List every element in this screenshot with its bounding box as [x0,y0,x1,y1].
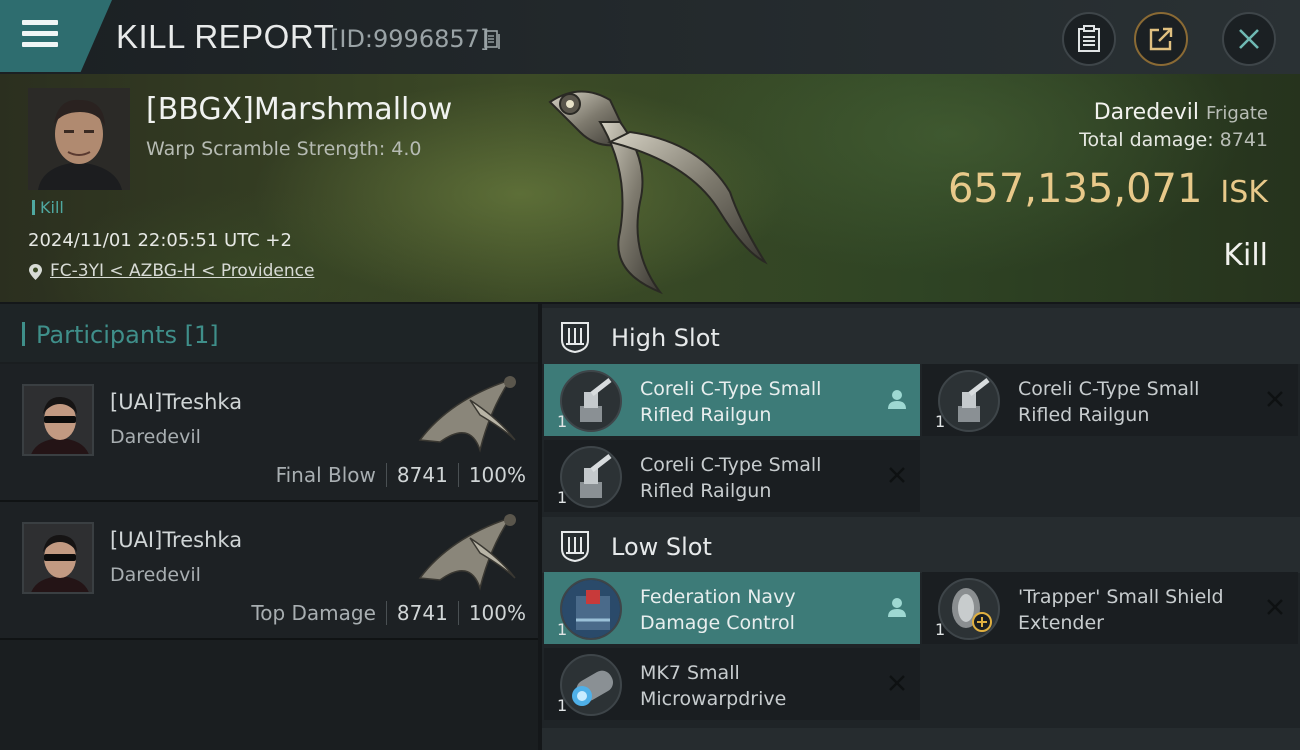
participant-damage: 8741 [396,463,448,487]
participant-ship: Daredevil [110,426,201,448]
module-name: Coreli C-Type Small Rifled Railgun [640,454,822,502]
x-icon [889,675,905,691]
ship-name[interactable]: Daredevil [1094,100,1199,125]
kill-tag: Kill [32,198,64,217]
participant-ship-icon [418,376,516,453]
participant-row[interactable]: [UAI]Treshka Daredevil Top Damage 8741 100… [0,502,538,640]
ship-class: Frigate [1205,103,1268,124]
participant-name[interactable]: [UAI]Treshka [110,390,242,414]
participant-portrait[interactable] [22,384,94,456]
low-slot-title: Low Slot [611,533,712,561]
pilot-icon [888,598,906,617]
module-name: Coreli C-Type Small Rifled Railgun [1018,378,1200,426]
pilot-icon [888,390,906,409]
participant-name[interactable]: [UAI]Treshka [110,528,242,552]
victim-name[interactable]: [BBGX]Marshmallow [146,92,452,127]
participant-damage: 8741 [396,601,448,625]
participant-ship-icon [418,514,516,591]
ship-info: Daredevil Frigate Total damage: 8741 [1079,100,1268,151]
clipboard-button[interactable] [1062,12,1116,66]
isk-unit: ISK [1220,175,1268,210]
participant-stats: Final Blow 8741 100% [276,463,526,487]
participants-header: Participants [1] [0,304,538,362]
participant-stats: Top Damage 8741 100% [251,601,526,625]
copy-icon[interactable] [484,30,502,50]
module-item[interactable]: 1 'Trapper' Small Shield Extender [922,572,1298,644]
fitting-panel: High Slot 1 Coreli C-Type Small Rifled R… [542,304,1300,750]
module-qty: 1 [557,412,568,431]
close-icon [1239,29,1259,49]
shield-extender-icon [938,578,1000,640]
next-slot-header [542,728,1300,750]
module-name: Federation Navy Damage Control [640,586,796,634]
participant-percent: 100% [468,601,526,625]
module-item[interactable]: 1 Coreli C-Type Small Rifled Railgun [922,364,1298,436]
high-slot-icon [561,322,589,354]
participant-role: Final Blow [275,463,376,487]
clipboard-icon [1078,25,1100,52]
share-icon [1149,27,1173,51]
total-damage-value: 8741 [1219,129,1268,151]
high-slot-header: High Slot [542,308,1300,364]
participant-percent: 100% [468,463,526,487]
module-qty: 1 [935,620,946,639]
top-bar: KILL REPORT [ID:9996857] [0,0,1300,74]
participant-row[interactable]: [UAI]Treshka Daredevil Final Blow 8741 100… [0,364,538,502]
location-link[interactable]: FC-3YI < AZBG-H < Providence [50,261,314,281]
victim-portrait[interactable] [28,88,130,190]
module-item[interactable]: 1 Coreli C-Type Small Rifled Railgun [544,440,920,512]
x-icon [1267,599,1283,615]
module-item[interactable]: 1 Coreli C-Type Small Rifled Railgun [544,364,920,436]
page-title: KILL REPORT [116,18,335,55]
module-qty: 1 [557,488,568,507]
x-icon [1267,391,1283,407]
microwarpdrive-icon [560,654,622,716]
participant-ship: Daredevil [110,564,201,586]
kill-timestamp: 2024/11/01 22:05:51 UTC +2 [28,230,292,251]
participant-portrait[interactable] [22,522,94,594]
participant-role: Top Damage [251,601,376,625]
module-name: 'Trapper' Small Shield Extender [1018,586,1224,634]
module-qty: 1 [557,620,568,639]
low-slot-header: Low Slot [542,517,1300,573]
kill-location[interactable]: FC-3YI < AZBG-H < Providence [28,261,314,281]
kill-result: Kill [1223,238,1268,273]
railgun-icon [560,370,622,432]
module-qty: 1 [935,412,946,431]
isk-value-block: 657,135,071 ISK [948,166,1268,212]
module-name: Coreli C-Type Small Rifled Railgun [640,378,822,426]
ship-render [548,90,768,295]
location-pin-icon [29,264,42,280]
report-id: [ID:9996857] [330,25,490,53]
isk-value: 657,135,071 [947,166,1203,212]
menu-button[interactable] [0,0,112,72]
total-damage-label: Total damage: [1079,129,1214,151]
railgun-icon [938,370,1000,432]
close-button[interactable] [1222,12,1276,66]
module-name: MK7 Small Microwarpdrive [640,662,787,710]
participants-panel: Participants [1] [UAI]Treshka Daredevil … [0,304,538,750]
railgun-icon [560,446,622,508]
module-item[interactable]: 1 MK7 Small Microwarpdrive [544,648,920,720]
warp-scramble-strength: Warp Scramble Strength: 4.0 [146,138,422,160]
low-slot-icon [561,531,589,563]
high-slot-title: High Slot [611,324,720,352]
kill-summary-banner: [BBGX]Marshmallow Warp Scramble Strength… [0,74,1300,302]
x-icon [889,467,905,483]
participants-title: Participants [1] [36,321,219,349]
module-item[interactable]: 1 Federation Navy Damage Control [544,572,920,644]
damage-control-icon [560,578,622,640]
share-button[interactable] [1134,12,1188,66]
module-qty: 1 [557,696,568,715]
